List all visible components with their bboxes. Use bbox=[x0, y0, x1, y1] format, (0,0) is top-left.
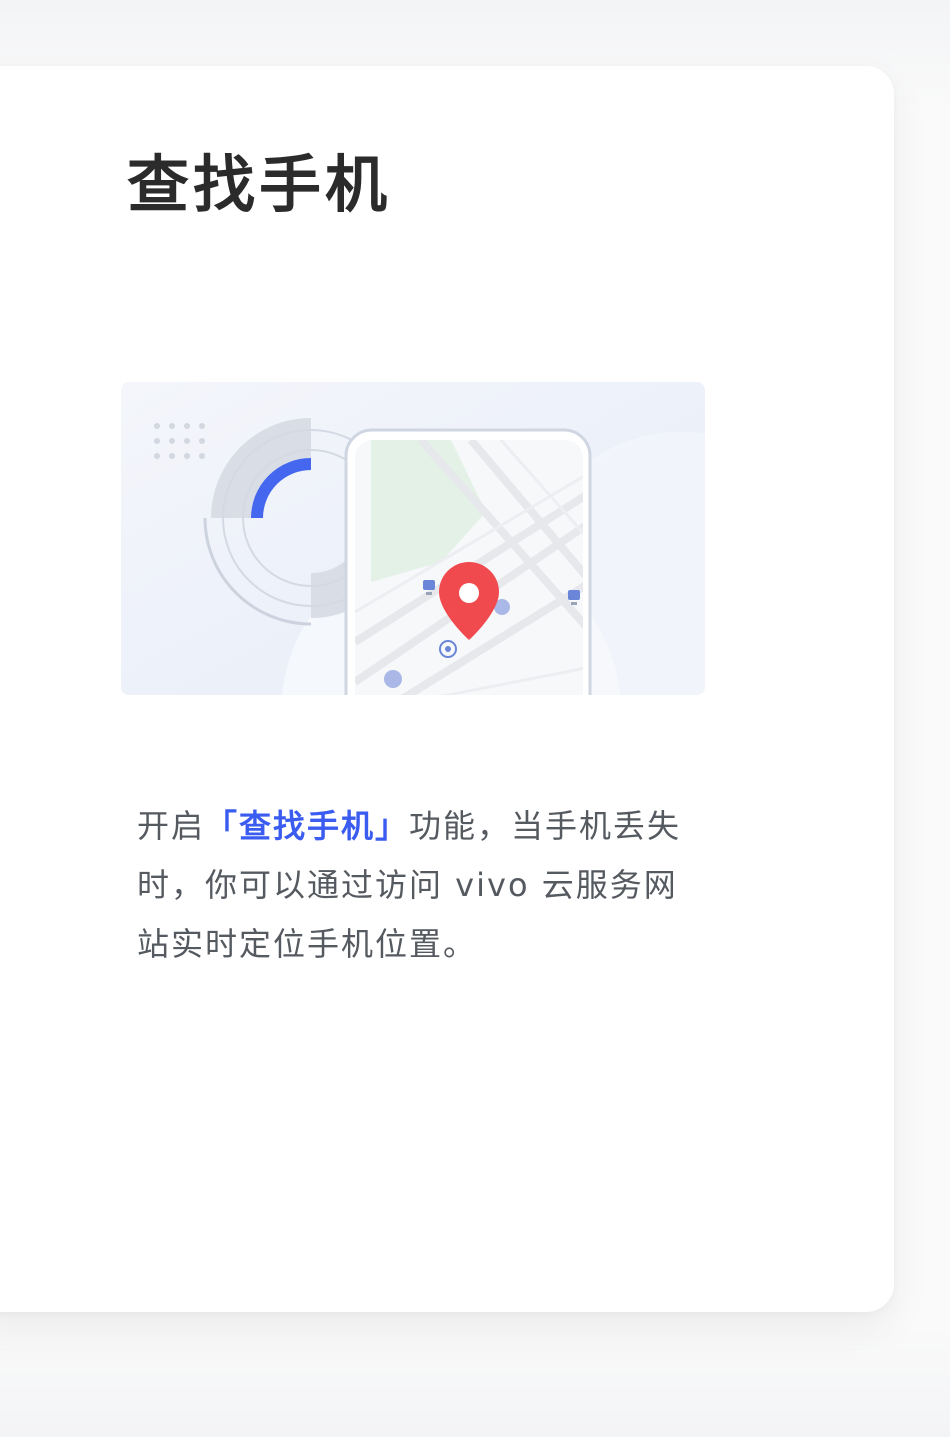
find-phone-illustration bbox=[121, 382, 705, 695]
page-title: 查找手机 bbox=[127, 148, 392, 221]
description-highlight: 「查找手机」 bbox=[205, 807, 410, 845]
feature-description: 开启「查找手机」功能，当手机丢失时，你可以通过访问 vivo 云服务网站实时定位… bbox=[137, 797, 697, 974]
description-prefix: 开启 bbox=[137, 807, 206, 845]
